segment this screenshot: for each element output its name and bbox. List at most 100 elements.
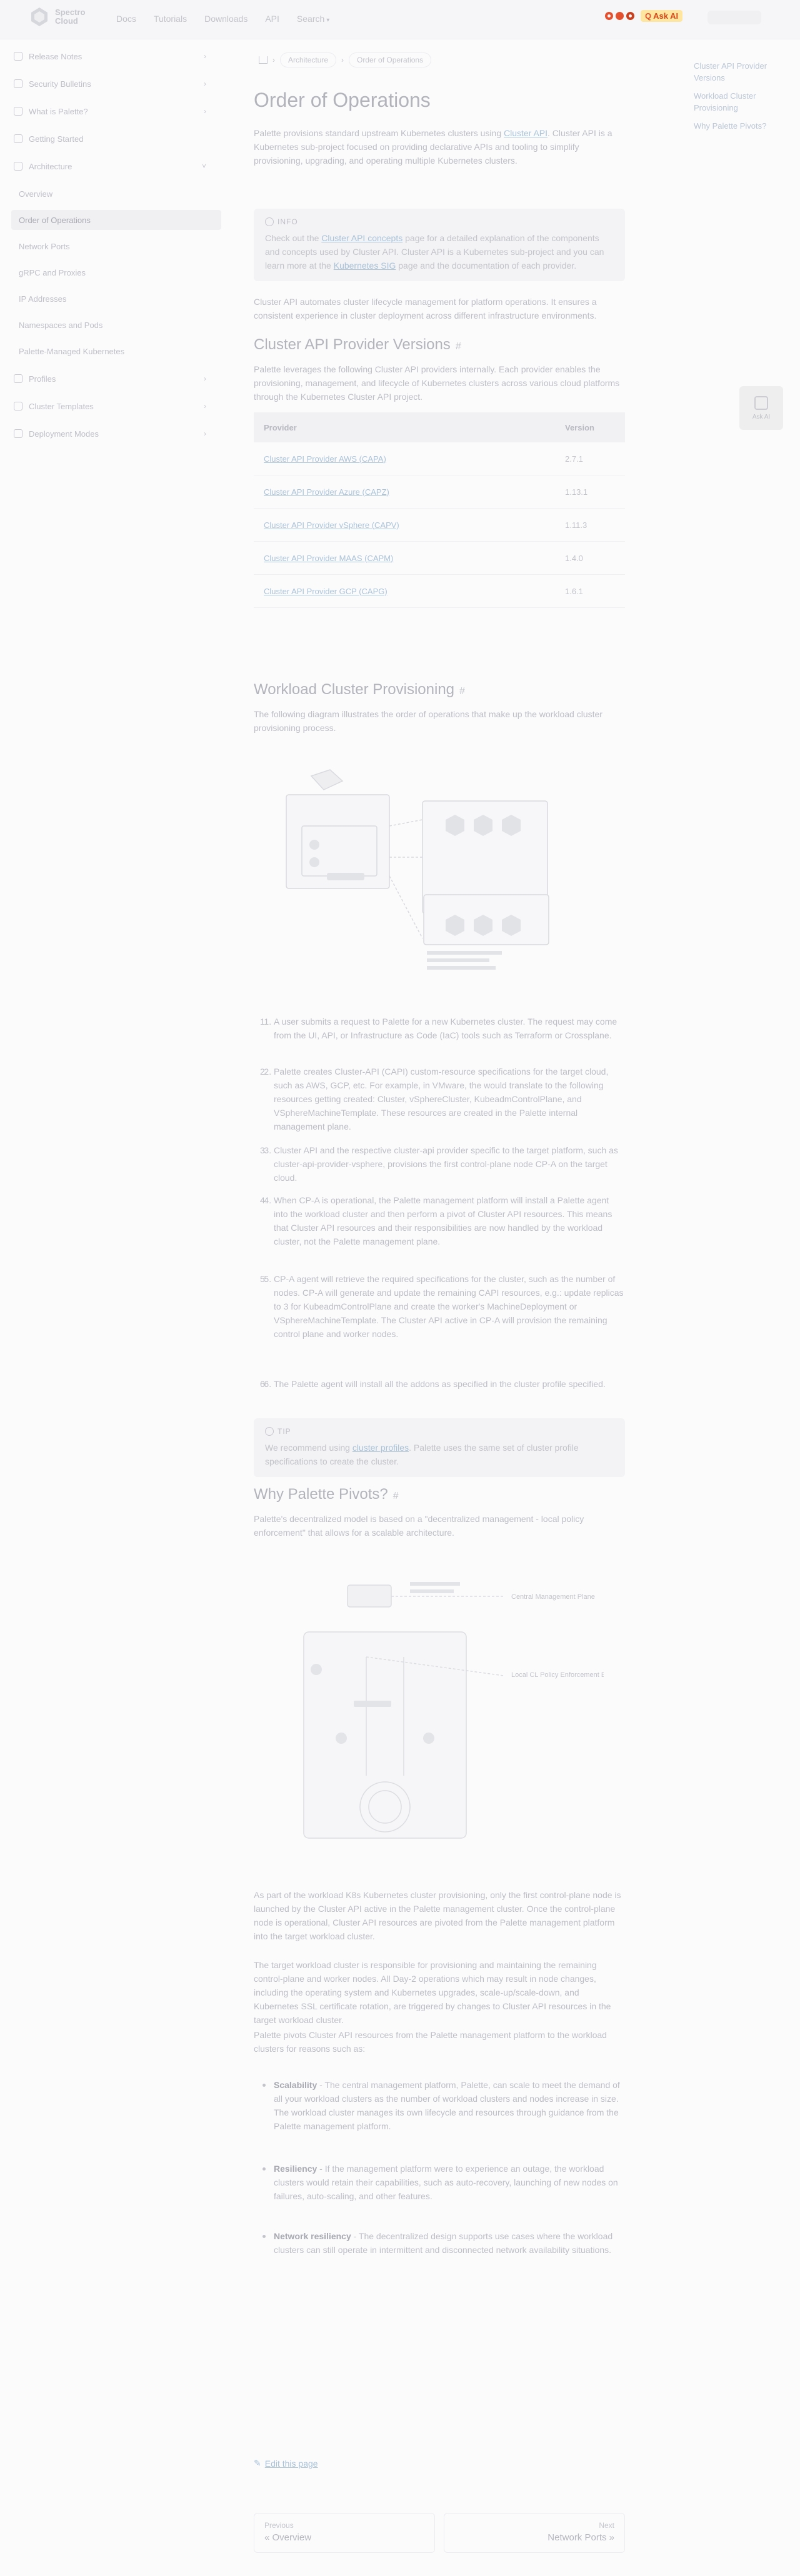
pencil-icon: ✎ [254,2458,261,2468]
step-text: A user submits a request to Palette for … [274,1017,618,1040]
sidebar-item-release-notes[interactable]: Release Notes › [9,46,221,66]
spectro-cloud-logo[interactable]: Spectro Cloud [29,6,85,27]
sidebar-item-what-is-palette[interactable]: What is Palette? › [9,101,221,121]
chevron-right-icon: › [204,52,206,61]
cluster-api-link[interactable]: Cluster API [504,128,548,138]
edit-page-link[interactable]: ✎ Edit this page [254,2458,318,2469]
sidebar-item-cluster-templates[interactable]: Cluster Templates › [9,396,221,416]
chevron-right-icon: › [204,374,206,383]
list-item: Scalability - The central management pla… [262,2078,625,2133]
tip-admonition: TIP We recommend using cluster profiles.… [254,1418,625,1477]
sidebar-item-profiles[interactable]: Profiles › [9,369,221,389]
architecture-icon [14,162,22,171]
admonition-label: INFO [278,217,298,226]
anchor-link-icon[interactable]: # [459,686,465,697]
nav-downloads[interactable]: Downloads [204,14,248,24]
pivot-paragraph-2: The target workload cluster is responsib… [254,1960,611,2025]
sidebar-subitem-palette-managed-k8s[interactable]: Palette-Managed Kubernetes [11,341,221,361]
provider-link[interactable]: Cluster API Provider AWS (CAPA) [254,442,555,475]
sidebar-item-security-bulletins[interactable]: Security Bulletins › [9,74,221,94]
sidebar-subitem-grpc-proxies[interactable]: gRPC and Proxies [11,262,221,282]
nav-search-label: Search [296,14,325,24]
list-item: 4. When CP-A is operational, the Palette … [260,1193,625,1248]
nav-api[interactable]: API [265,14,279,24]
heading-text: Cluster API Provider Versions [254,336,451,353]
nav-tutorials[interactable]: Tutorials [154,14,187,24]
github-icon[interactable] [605,12,613,20]
sidebar-subitem-label: IP Addresses [19,294,67,304]
provider-version: 2.7.1 [555,442,625,475]
sidebar-item-label: Profiles [29,374,56,384]
pivot-paragraph-1: As part of the workload K8s Kubernetes c… [254,1890,621,1941]
breadcrumb-separator: › [341,56,344,64]
provider-link[interactable]: Cluster API Provider GCP (CAPG) [254,574,555,608]
sidebar-subitem-label: Network Ports [19,241,70,251]
ask-ai-button[interactable]: Q Ask AI [641,10,683,22]
bullet-dot [262,2167,266,2171]
toc-item-provider-versions[interactable]: Cluster API Provider Versions [694,60,769,84]
list-item: 2. Palette creates Cluster-API (CAPI) cus… [260,1065,625,1133]
pager-prev-label: Previous [264,2521,294,2530]
list-number: 1. [260,1017,268,1027]
chevron-right-icon: › [204,79,206,88]
home-icon[interactable] [259,56,268,64]
sidebar-subitem-label: Overview [19,189,53,199]
toc-item-why-pivots[interactable]: Why Palette Pivots? [694,120,769,132]
pager-next[interactable]: Next Network Ports » [444,2513,625,2553]
provider-versions-table: Provider Version Cluster API Provider AW… [254,412,625,608]
breadcrumb-current: Order of Operations [349,52,432,67]
sidebar-subitem-overview[interactable]: Overview [11,184,221,204]
diagram-label-central: Central Management Plane [511,1593,595,1601]
chevron-down-icon: ▾ [326,17,330,24]
sidebar-item-label: Getting Started [29,134,84,144]
step-text: CP-A agent will retrieve the required sp… [274,1274,624,1339]
sidebar-subitem-ip-addresses[interactable]: IP Addresses [11,289,221,309]
sidebar-item-label: Cluster Templates [29,401,94,411]
list-number: 3. [260,1145,268,1155]
logo-text: Spectro Cloud [55,7,86,26]
sidebar-subitem-network-ports[interactable]: Network Ports [11,236,221,256]
bullet-dot [262,2235,266,2238]
provider-version: 1.6.1 [555,574,625,608]
list-number: 2. [260,1067,268,1077]
table-row: Cluster API Provider MAAS (CAPM) 1.4.0 [254,541,625,575]
list-item: 5. CP-A agent will retrieve the required … [260,1272,625,1341]
kubernetes-sig-link[interactable]: Kubernetes SIG [334,261,396,271]
search-input[interactable] [708,11,761,24]
sidebar-subitem-namespaces-pods[interactable]: Namespaces and Pods [11,315,221,335]
anchor-link-icon[interactable]: # [456,341,461,352]
list-item: Resiliency - If the management platform … [262,2162,625,2203]
nav-docs[interactable]: Docs [116,14,136,24]
cluster-profiles-link[interactable]: cluster profiles [352,1443,409,1453]
list-item: 1. A user submits a request to Palette fo… [260,1015,625,1042]
sidebar-item-getting-started[interactable]: Getting Started [9,129,221,149]
profiles-icon [14,374,22,383]
info-icon [14,107,22,116]
provider-link[interactable]: Cluster API Provider Azure (CAPZ) [254,475,555,509]
provider-link[interactable]: Cluster API Provider vSphere (CAPV) [254,508,555,542]
floating-ask-ai-button[interactable]: Ask AI [739,386,783,430]
admonition-text: We recommend using [265,1443,352,1453]
provider-version: 1.4.0 [555,541,625,575]
admonition-text: Check out the [265,233,322,243]
breadcrumb-architecture[interactable]: Architecture [280,52,337,67]
chevron-down-icon: ˅ [201,162,206,171]
provider-version: 1.11.3 [555,508,625,542]
sidebar-subitem-order-of-operations[interactable]: Order of Operations [11,210,221,230]
reason-text: - If the management platform were to exp… [274,2164,618,2201]
template-icon [14,402,22,410]
language-icon[interactable] [626,12,634,20]
cluster-api-concepts-link[interactable]: Cluster API concepts [321,233,402,243]
provider-link[interactable]: Cluster API Provider MAAS (CAPM) [254,541,555,575]
sidebar-item-architecture[interactable]: Architecture ˅ [9,156,221,176]
nav-search-menu[interactable]: Search ▾ [297,14,329,24]
step-text: The Palette agent will install all the a… [274,1379,606,1389]
floating-button-label: Ask AI [752,413,771,420]
toc-item-workload-provisioning[interactable]: Workload Cluster Provisioning [694,90,769,114]
pager-previous[interactable]: Previous « Overview [254,2513,435,2553]
anchor-link-icon[interactable]: # [393,1491,399,1501]
theme-toggle-icon[interactable] [616,12,624,20]
reason-title: Scalability [274,2080,318,2090]
sidebar-item-deployment-modes[interactable]: Deployment Modes › [9,424,221,444]
sidebar-subitem-label: Order of Operations [19,215,91,225]
